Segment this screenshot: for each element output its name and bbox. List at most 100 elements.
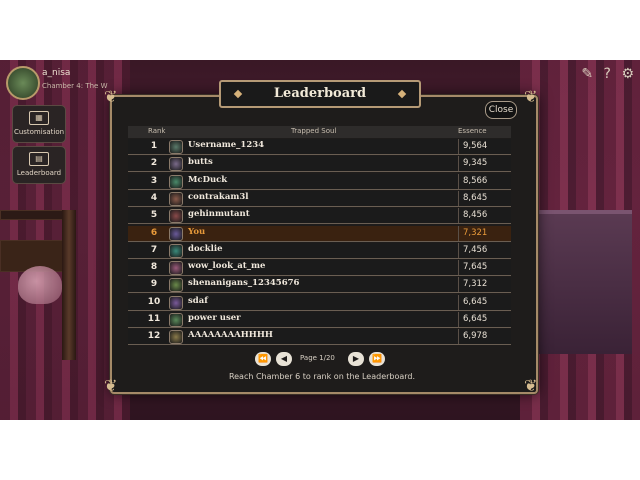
page-indicator: Page 1/20 (300, 354, 335, 362)
leaderboard-row: 9 shenanigans_12345676 7,312 (128, 277, 511, 294)
customisation-button[interactable]: ▦ Customisation (12, 105, 66, 143)
essence-value: 9,564 (463, 141, 488, 151)
rank-value: 2 (150, 158, 158, 169)
rank-value: 9 (150, 279, 158, 290)
leaderboard-title-plate: Leaderboard (219, 80, 421, 108)
player-avatar-icon (169, 313, 183, 327)
customisation-label: Customisation (13, 128, 65, 136)
player-name: shenanigans_12345676 (188, 278, 300, 289)
rank-value: 4 (150, 192, 158, 203)
player-name: sdaf (188, 295, 208, 306)
rank-value: 10 (147, 296, 161, 307)
player-avatar-icon (169, 261, 183, 276)
top-right-toolbar: ✎ ? ⚙ (575, 66, 634, 82)
column-divider (458, 139, 459, 154)
player-name: butts (188, 157, 213, 168)
first-page-button[interactable]: ⏪ (255, 352, 271, 366)
column-divider (458, 156, 459, 172)
player-chamber: Chamber 4: The W (42, 82, 108, 90)
name-column-header: Trapped Soul (291, 127, 337, 135)
leaderboard-row: 3 McDuck 8,566 (128, 173, 511, 190)
essence-value: 9,345 (463, 158, 488, 169)
next-page-button[interactable]: ▶ (348, 352, 364, 366)
essence-value: 6,645 (463, 296, 488, 307)
essence-value: 6,978 (463, 331, 488, 342)
player-avatar-icon (169, 140, 183, 154)
essence-value: 8,645 (463, 192, 488, 203)
column-divider (458, 242, 459, 258)
player-name: McDuck (188, 174, 228, 185)
player-profile[interactable]: a_nisa Chamber 4: The W (6, 66, 108, 100)
leaderboard-title: Leaderboard (273, 86, 367, 101)
leaderboard-row: 6 You 7,321 (128, 225, 511, 242)
close-button[interactable]: Close (485, 101, 517, 119)
player-avatar-icon (169, 157, 183, 172)
leaderboard-row: 11 power user 6,645 (128, 312, 511, 328)
player-name: Username_1234 (188, 140, 265, 150)
diamond-icon (397, 89, 407, 99)
player-name: docklie (188, 243, 223, 254)
leaderboard-row: 5 gehinmutant 8,456 (128, 208, 511, 225)
essence-value: 8,566 (463, 175, 488, 186)
player-name: You (188, 226, 206, 237)
player-avatar-icon (169, 278, 183, 293)
rank-value: 5 (150, 210, 158, 221)
rank-value: 12 (147, 331, 161, 342)
score-column-header: Essence (458, 127, 487, 135)
leaderboard-row: 10 sdaf 6,645 (128, 294, 511, 311)
player-name: AAAAAAAAHHHH (188, 330, 273, 341)
rank-value: 8 (150, 262, 158, 273)
player-avatar-icon (169, 243, 183, 258)
leaderboard-row: 12 AAAAAAAAHHHH 6,978 (128, 329, 511, 346)
skull-decoration (18, 266, 62, 304)
last-page-button[interactable]: ⏩ (369, 352, 385, 366)
leaderboard-label: Leaderboard (16, 169, 62, 177)
essence-value: 7,321 (463, 227, 488, 238)
column-divider (458, 190, 459, 206)
rank-value: 7 (150, 244, 158, 255)
rank-value: 1 (150, 141, 158, 151)
leaderboard-row: 4 contrakam3l 8,645 (128, 190, 511, 207)
player-avatar-icon (169, 174, 183, 189)
table-header: Rank Trapped Soul Essence (128, 126, 511, 138)
rank-value: 11 (147, 314, 161, 324)
rank-value: 6 (150, 227, 158, 238)
previous-page-button[interactable]: ◀ (276, 352, 292, 366)
diamond-icon (233, 89, 243, 99)
essence-value: 7,312 (463, 279, 488, 290)
leaderboard-row: 8 wow_look_at_me 7,645 (128, 260, 511, 277)
player-avatar-icon (169, 191, 183, 206)
essence-value: 7,456 (463, 244, 488, 255)
player-name: a_nisa (42, 68, 71, 78)
ornament-icon: ❦ (104, 87, 118, 106)
column-divider (458, 277, 459, 293)
player-name: wow_look_at_me (188, 261, 266, 272)
player-avatar-icon (169, 209, 183, 224)
player-name: power user (188, 313, 241, 323)
player-avatar-icon (169, 295, 183, 310)
player-avatar[interactable] (6, 66, 40, 100)
leaderboard-row: 2 butts 9,345 (128, 156, 511, 173)
column-divider (458, 329, 459, 345)
edit-icon[interactable]: ✎ (581, 66, 593, 82)
column-divider (458, 312, 459, 327)
column-divider (458, 294, 459, 310)
column-divider (458, 225, 459, 241)
column-divider (458, 260, 459, 276)
ornament-icon: ❦ (524, 87, 538, 106)
wardrobe-icon: ▦ (29, 111, 49, 125)
ornate-pillar (62, 210, 76, 360)
player-avatar-icon (169, 226, 183, 241)
leaderboard-button[interactable]: ▤ Leaderboard (12, 146, 66, 184)
help-icon[interactable]: ? (604, 66, 611, 82)
player-name: contrakam3l (188, 191, 249, 202)
rank-value: 3 (150, 175, 158, 186)
column-divider (458, 208, 459, 224)
leaderboard-icon: ▤ (29, 152, 49, 166)
essence-value: 7,645 (463, 262, 488, 273)
leaderboard-row: 7 docklie 7,456 (128, 242, 511, 259)
leaderboard-row: 1 Username_1234 9,564 (128, 139, 511, 155)
rank-column-header: Rank (148, 127, 166, 135)
column-divider (458, 173, 459, 189)
gear-icon[interactable]: ⚙ (621, 66, 634, 82)
